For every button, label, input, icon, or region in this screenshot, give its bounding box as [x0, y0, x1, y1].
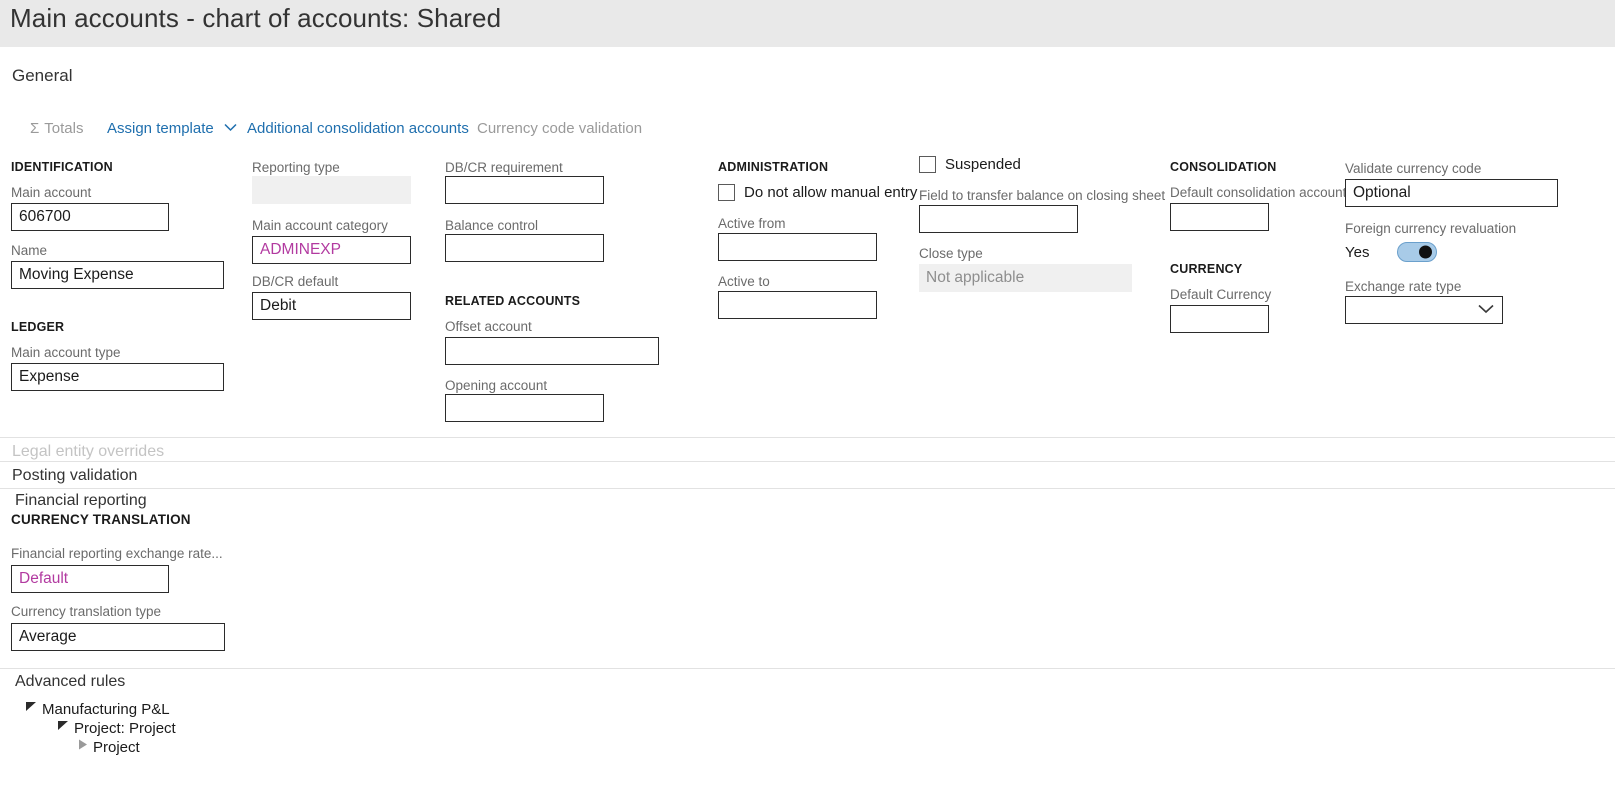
label-close-type: Close type: [919, 246, 983, 261]
label-active-to: Active to: [718, 274, 770, 289]
triangle-expanded-icon[interactable]: [57, 719, 70, 737]
input-balance-control[interactable]: [445, 234, 604, 262]
tree-node-manufacturing-pl[interactable]: Manufacturing P&L: [25, 700, 170, 718]
section-title-financial-reporting: Financial reporting: [15, 492, 147, 510]
group-label-currency-translation: CURRENCY TRANSLATION: [11, 512, 191, 527]
input-default-consolidation-account[interactable]: [1170, 203, 1269, 231]
input-validate-currency-code[interactable]: Optional: [1345, 179, 1558, 207]
label-opening-account: Opening account: [445, 378, 547, 393]
input-main-account-category[interactable]: ADMINEXP: [252, 236, 411, 264]
label-foreign-currency-revaluation: Foreign currency revaluation: [1345, 221, 1516, 236]
toolbar-totals-label: Totals: [44, 120, 83, 137]
toolbar-assign-template-button[interactable]: Assign template: [107, 118, 237, 140]
label-default-currency: Default Currency: [1170, 287, 1271, 302]
label-name: Name: [11, 243, 47, 258]
label-exchange-rate-type: Exchange rate type: [1345, 279, 1461, 294]
toggle-switch[interactable]: [1397, 242, 1437, 262]
sigma-icon: Σ: [30, 120, 39, 137]
label-main-account: Main account: [11, 185, 91, 200]
checkbox-label-suspended: Suspended: [945, 156, 1021, 173]
label-reporting-type: Reporting type: [252, 160, 340, 175]
section-advanced-rules[interactable]: Advanced rules: [0, 668, 1615, 785]
triangle-collapsed-icon[interactable]: [76, 738, 89, 756]
group-label-related-accounts: RELATED ACCOUNTS: [445, 294, 580, 308]
input-reporting-type: [252, 176, 411, 204]
checkbox-label-do-not-allow-manual-entry: Do not allow manual entry: [744, 184, 917, 201]
input-dbcr-default[interactable]: Debit: [252, 292, 411, 320]
checkbox-do-not-allow-manual-entry[interactable]: Do not allow manual entry: [718, 184, 917, 201]
triangle-expanded-icon[interactable]: [25, 700, 38, 718]
input-offset-account[interactable]: [445, 337, 659, 365]
input-close-type: Not applicable: [919, 264, 1132, 292]
label-financial-reporting-exchange-rate: Financial reporting exchange rate...: [11, 546, 223, 561]
label-balance-control: Balance control: [445, 218, 538, 233]
label-dbcr-default: DB/CR default: [252, 274, 338, 289]
label-dbcr-requirement: DB/CR requirement: [445, 160, 563, 175]
tree-node-project[interactable]: Project: [76, 738, 140, 756]
input-financial-reporting-exchange-rate[interactable]: Default: [11, 565, 169, 593]
input-active-from[interactable]: [718, 233, 877, 261]
label-field-to-transfer-balance: Field to transfer balance on closing she…: [919, 188, 1165, 203]
label-offset-account: Offset account: [445, 319, 532, 334]
toolbar-assign-template-label: Assign template: [107, 120, 214, 137]
label-validate-currency-code: Validate currency code: [1345, 161, 1481, 176]
section-title-advanced-rules: Advanced rules: [15, 673, 125, 691]
section-financial-reporting[interactable]: Financial reporting: [0, 488, 1615, 668]
section-posting-validation[interactable]: Posting validation: [0, 461, 1615, 485]
input-default-currency[interactable]: [1170, 305, 1269, 333]
toolbar-currency-code-validation-label: Currency code validation: [477, 120, 642, 137]
section-legal-entity-overrides[interactable]: Legal entity overrides: [0, 437, 1615, 461]
toolbar-additional-consolidation-accounts-label: Additional consolidation accounts: [247, 120, 469, 137]
input-field-to-transfer-balance[interactable]: [919, 205, 1078, 233]
tree-node-label: Project: Project: [74, 720, 176, 737]
group-label-consolidation: CONSOLIDATION: [1170, 160, 1277, 174]
application-window: Main accounts - chart of accounts: Share…: [0, 0, 1615, 785]
dropdown-exchange-rate-type[interactable]: [1345, 296, 1503, 324]
input-main-account-type[interactable]: Expense: [11, 363, 224, 391]
input-opening-account[interactable]: [445, 394, 604, 422]
input-dbcr-requirement[interactable]: [445, 176, 604, 204]
toggle-foreign-currency-revaluation[interactable]: Yes: [1345, 242, 1437, 262]
window-title-bar: Main accounts - chart of accounts: Share…: [0, 0, 1615, 47]
toggle-knob: [1419, 246, 1432, 259]
section-header-general: General: [12, 66, 72, 86]
input-currency-translation-type[interactable]: Average: [11, 623, 225, 651]
chevron-down-icon: [1478, 301, 1494, 319]
toolbar-totals-button[interactable]: Σ Totals: [30, 118, 83, 140]
label-active-from: Active from: [718, 216, 786, 231]
input-name[interactable]: Moving Expense: [11, 261, 224, 289]
page-title: Main accounts - chart of accounts: Share…: [10, 3, 501, 34]
tree-node-label: Project: [93, 739, 140, 756]
group-label-administration: ADMINISTRATION: [718, 160, 828, 174]
label-default-consolidation-account: Default consolidation account: [1170, 185, 1346, 200]
toolbar-additional-consolidation-accounts-button[interactable]: Additional consolidation accounts: [247, 118, 469, 140]
chevron-down-icon: [224, 123, 237, 132]
input-main-account[interactable]: 606700: [11, 203, 169, 231]
group-label-identification: IDENTIFICATION: [11, 160, 113, 174]
checkbox-box-icon: [718, 184, 735, 201]
label-main-account-type: Main account type: [11, 345, 121, 360]
checkbox-suspended[interactable]: Suspended: [919, 156, 1021, 173]
input-active-to[interactable]: [718, 291, 877, 319]
label-main-account-category: Main account category: [252, 218, 388, 233]
tree-node-label: Manufacturing P&L: [42, 701, 170, 718]
toolbar-currency-code-validation-button[interactable]: Currency code validation: [477, 118, 642, 140]
group-label-ledger: LEDGER: [11, 320, 64, 334]
tree-node-project-project[interactable]: Project: Project: [57, 719, 176, 737]
section-title-legal-entity-overrides: Legal entity overrides: [12, 443, 164, 461]
toggle-value-label: Yes: [1345, 244, 1397, 261]
section-title-posting-validation: Posting validation: [12, 467, 137, 485]
group-label-currency: CURRENCY: [1170, 262, 1242, 276]
label-currency-translation-type: Currency translation type: [11, 604, 161, 619]
checkbox-box-icon: [919, 156, 936, 173]
